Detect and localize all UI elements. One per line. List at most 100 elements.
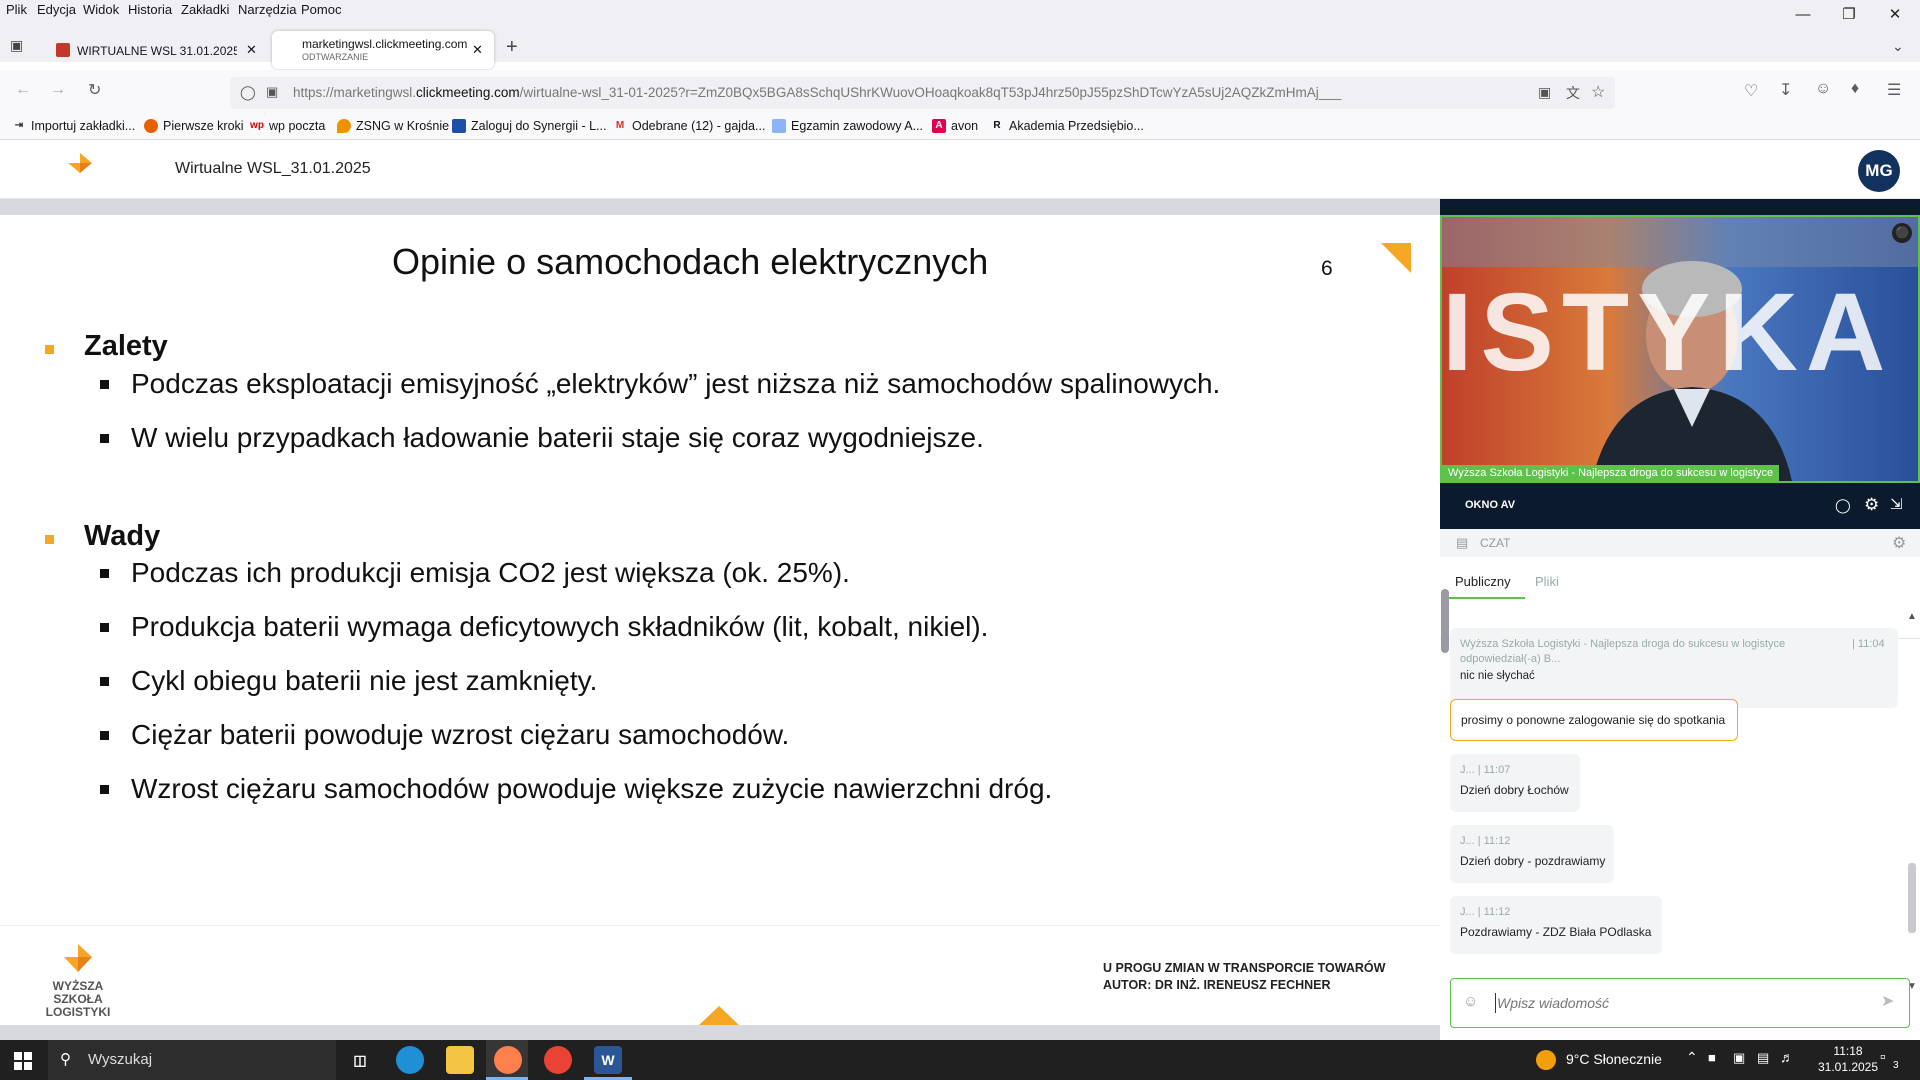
sun-weather-icon[interactable] [1536, 1050, 1556, 1070]
new-tab-icon[interactable]: + [506, 36, 518, 59]
microphone-icon[interactable]: ⚫ [1892, 223, 1912, 243]
chat-settings-icon[interactable]: ⚙ [1892, 533, 1906, 553]
task-view-icon[interactable]: ◫ [346, 1046, 374, 1074]
bookmark-import[interactable]: ⇥ Importuj zakładki... [12, 119, 135, 133]
footer-logo-line2: LOGISTYKI [45, 1005, 111, 1019]
list-item: Ciężar baterii powoduje wzrost ciężaru s… [131, 719, 790, 750]
active-tab-indicator [1445, 597, 1525, 599]
tab-list-icon[interactable]: ▣ [10, 37, 23, 54]
navigation-bar: ← → ↻ ◯ ▣ https://marketingwsl.clickmeet… [0, 70, 1920, 112]
pocket-icon[interactable]: ♡ [1744, 81, 1758, 101]
menu-pomoc[interactable]: Pomoc [301, 2, 341, 17]
menu-plik[interactable]: Plik [6, 2, 27, 17]
panel-scrollbar[interactable] [1441, 589, 1449, 653]
bookmark-zsng[interactable]: ZSNG w Krośnie [337, 119, 449, 133]
list-bullet [100, 677, 109, 686]
list-bullet [100, 380, 109, 389]
chat-bubble-icon[interactable]: ◯ [1835, 497, 1851, 514]
flame-icon [337, 119, 351, 133]
bookmark-egzamin[interactable]: Egzamin zawodowy A... [772, 119, 923, 133]
tray-app-icon[interactable]: ■ [1708, 1050, 1716, 1065]
reload-icon[interactable]: ↻ [88, 80, 101, 100]
menu-narzedzia[interactable]: Narzędzia [238, 2, 297, 17]
section-heading-zalety: Zalety [84, 330, 168, 362]
chat-header: ▤ CZAT ⚙ [1440, 529, 1920, 557]
tab-title: marketingwsl.clickmeeting.com [302, 37, 468, 51]
tab-close-icon[interactable]: ✕ [246, 42, 257, 58]
bookmark-wp-poczta[interactable]: wp wp poczta [250, 119, 325, 133]
list-item: Podczas eksploatacji emisyjność „elektry… [131, 368, 1221, 399]
list-bullet [100, 731, 109, 740]
bookmark-gmail[interactable]: M Odebrane (12) - gajda... [613, 119, 766, 133]
taskbar-search[interactable]: ⚲ Wyszukaj [48, 1040, 336, 1080]
menu-historia[interactable]: Historia [128, 2, 172, 17]
account-icon[interactable]: ☺ [1815, 80, 1831, 98]
wsl-favicon-icon [56, 43, 70, 57]
section-heading-wady: Wady [84, 520, 161, 552]
clock[interactable]: 11:18 31.01.2025 [1812, 1043, 1884, 1075]
chat-header-label: CZAT [1480, 536, 1511, 550]
list-item: Cykl obiegu baterii nie jest zamknięty. [131, 665, 598, 696]
avatar[interactable]: MG [1858, 150, 1900, 192]
windows-start-icon[interactable] [14, 1052, 32, 1075]
lock-icon[interactable]: ▣ [266, 84, 278, 100]
slide-title: Opinie o samochodach elektrycznych [392, 241, 989, 282]
edge-icon[interactable] [396, 1046, 424, 1074]
section-bullet [45, 535, 54, 544]
weather-text[interactable]: 9°C Słonecznie [1566, 1051, 1662, 1067]
gear-icon[interactable]: ⚙ [1864, 495, 1879, 515]
camera-icon[interactable]: ▣ [1733, 1050, 1745, 1066]
wp-icon: wp [250, 120, 264, 131]
notification-icon[interactable]: ▫ [1880, 1049, 1886, 1067]
bookmark-akademia[interactable]: R Akademia Przedsiębio... [990, 119, 1143, 133]
hamburger-menu-icon[interactable]: ☰ [1887, 80, 1901, 100]
emoji-icon[interactable]: ☺ [1463, 993, 1478, 1010]
chat-message-input[interactable] [1497, 990, 1837, 1016]
import-icon: ⇥ [14, 120, 24, 131]
popout-icon[interactable]: ⇲ [1890, 495, 1903, 513]
presenter-video[interactable]: ISTYKA ⚫ Wyższa Szkoła Logistyki - Najle… [1440, 215, 1920, 483]
menu-zakladki[interactable]: Zakładki [181, 2, 229, 17]
shield-icon[interactable]: ◯ [240, 84, 256, 101]
chat-scrollbar[interactable]: ▲ ▼ [1906, 611, 1918, 995]
network-icon[interactable]: ▤ [1757, 1050, 1769, 1066]
forward-icon[interactable]: → [50, 81, 66, 99]
chat-panel: ▤ CZAT ⚙ Publiczny Pliki ▲ ▼ Wyższa Szko… [1440, 529, 1920, 1040]
bookmark-avon[interactable]: Aavon [932, 119, 978, 133]
tab-wirtualne-wsl[interactable]: WIRTUALNE WSL 31.01.2025 - W ✕ [44, 31, 264, 69]
translate-icon[interactable]: 文 [1566, 83, 1580, 103]
list-item: Wzrost ciężaru samochodów powoduje więks… [131, 773, 1053, 804]
clock-time: 11:18 [1833, 1044, 1863, 1058]
extensions-icon[interactable]: ♦ [1851, 80, 1859, 98]
url-bar[interactable]: ◯ ▣ https://marketingwsl.clickmeeting.co… [230, 77, 1615, 109]
tab-close-icon[interactable]: ✕ [472, 42, 483, 58]
tray-chevron-icon[interactable]: ⌃ [1686, 1049, 1698, 1066]
bookmark-synergia[interactable]: Zaloguj do Synergii - L... [452, 119, 607, 133]
tab-publiczny[interactable]: Publiczny [1455, 574, 1511, 589]
back-icon[interactable]: ← [15, 81, 31, 99]
volume-icon[interactable]: ♬ [1780, 1049, 1794, 1065]
footer-logo: WYŻSZA SZKOŁA LOGISTYKI [28, 944, 128, 1019]
app-header: Wirtualne WSL_31.01.2025 MG [0, 141, 1920, 199]
menu-bar: Plik Edycja Widok Historia Zakładki Narz… [0, 0, 1920, 23]
picture-in-picture-icon[interactable]: ▣ [1538, 84, 1551, 101]
menu-edycja[interactable]: Edycja [37, 2, 76, 17]
file-explorer-icon[interactable] [446, 1046, 474, 1074]
url-text[interactable]: https://marketingwsl.clickmeeting.com/wi… [293, 85, 1341, 100]
active-app-highlight [486, 1040, 528, 1080]
tab-pliki[interactable]: Pliki [1535, 574, 1559, 589]
chat-input-box[interactable]: ☺ ➤ [1450, 978, 1910, 1028]
bookmark-pierwsze-kroki[interactable]: Pierwsze kroki [144, 119, 244, 133]
tab-clickmeeting[interactable]: marketingwsl.clickmeeting.com ODTWARZANI… [272, 31, 494, 69]
send-icon[interactable]: ➤ [1881, 991, 1894, 1011]
bookmark-star-icon[interactable]: ☆ [1591, 82, 1605, 102]
word-icon[interactable]: W [594, 1046, 622, 1074]
section-bullet [45, 345, 54, 354]
bookmarks-bar: ⇥ Importuj zakładki... Pierwsze kroki wp w… [0, 112, 1920, 140]
chevron-down-icon[interactable]: ⌄ [1892, 38, 1904, 55]
menu-widok[interactable]: Widok [83, 2, 119, 17]
tab-title: WIRTUALNE WSL 31.01.2025 - W [77, 44, 237, 58]
chrome-icon[interactable] [544, 1046, 572, 1074]
chat-message: J... | 11:12 Pozdrawiamy - ZDZ Biała POd… [1450, 896, 1662, 954]
download-icon[interactable]: ↧ [1779, 80, 1792, 100]
